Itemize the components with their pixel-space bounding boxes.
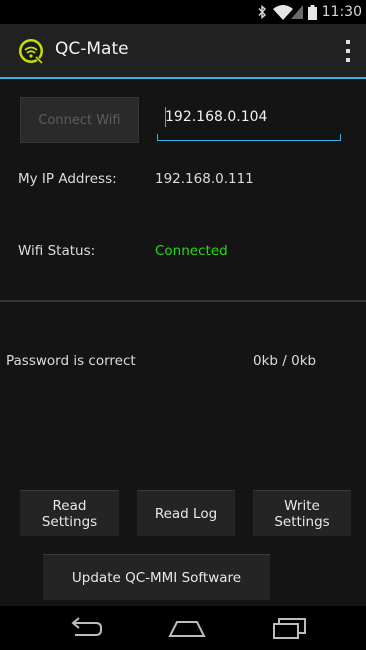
read-settings-button[interactable]: Read Settings	[20, 490, 119, 536]
connect-wifi-button[interactable]: Connect Wifi	[20, 97, 139, 143]
status-icons: 11:30	[257, 3, 362, 21]
qc-mate-logo	[19, 39, 44, 64]
write-settings-button[interactable]: Write Settings	[253, 490, 351, 536]
navigation-bar	[0, 606, 366, 650]
main-content: Connect Wifi 192.168.0.104 My IP Address…	[0, 79, 366, 606]
ip-address-input-value: 192.168.0.104	[165, 109, 268, 125]
status-time: 11:30	[321, 4, 362, 20]
wifi-status-label: Wifi Status:	[18, 243, 96, 259]
wifi-status-value: Connected	[155, 243, 228, 259]
read-settings-label: Read Settings	[41, 497, 98, 530]
transfer-message: Password is correct	[6, 353, 136, 369]
app-title: QC-Mate	[55, 39, 129, 59]
back-icon[interactable]	[65, 616, 105, 640]
update-software-button[interactable]: Update QC-MMI Software	[43, 554, 270, 600]
recents-icon[interactable]	[270, 616, 310, 640]
read-log-button[interactable]: Read Log	[137, 490, 235, 536]
status-bar: 11:30	[0, 0, 366, 24]
read-log-label: Read Log	[154, 505, 218, 522]
home-icon[interactable]	[167, 616, 207, 640]
signal-icon	[290, 5, 303, 19]
ip-address-input[interactable]: 192.168.0.104	[157, 103, 341, 141]
divider	[0, 300, 366, 302]
overflow-menu-icon[interactable]	[344, 40, 352, 62]
action-bar: QC-Mate	[0, 24, 366, 79]
battery-icon	[307, 4, 317, 20]
bluetooth-icon	[258, 5, 266, 19]
my-ip-label: My IP Address:	[18, 171, 117, 187]
transfer-progress: 0kb / 0kb	[253, 353, 317, 369]
my-ip-value: 192.168.0.111	[155, 171, 254, 187]
write-settings-label: Write Settings	[274, 497, 330, 530]
